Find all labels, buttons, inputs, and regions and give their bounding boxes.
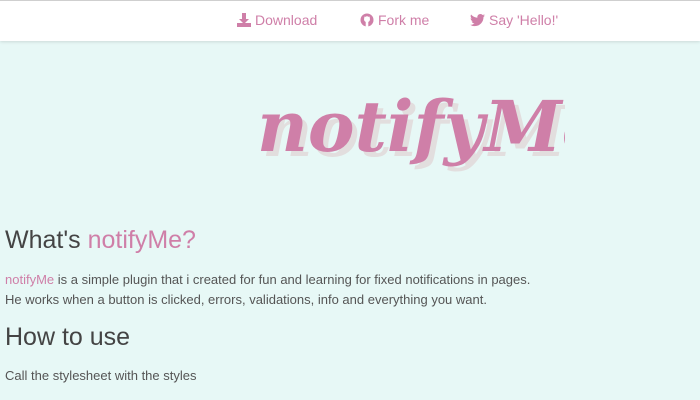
how-to-use-text: Call the stylesheet with the styles: [5, 368, 197, 383]
say-hello-label: Say 'Hello!': [489, 12, 559, 28]
say-hello-link[interactable]: Say 'Hello!': [470, 12, 558, 28]
intro-rest: is a simple plugin that i created for fu…: [54, 272, 531, 287]
page: Download Fork me Say 'Hello!' notifyMe n…: [0, 0, 700, 400]
intro-accent: notifyMe: [5, 272, 55, 287]
intro-paragraph: notifyMe is a simple plugin that i creat…: [5, 270, 530, 310]
fork-me-link[interactable]: Fork me: [360, 12, 429, 28]
logo-text: notifyMe: [257, 85, 565, 168]
twitter-icon: [470, 13, 485, 26]
download-icon: [237, 13, 251, 27]
github-icon: [360, 13, 374, 27]
download-label: Download: [255, 12, 318, 28]
heading-accent: notifyMe?: [87, 226, 196, 254]
heading-prefix: What's: [5, 226, 88, 254]
fork-me-label: Fork me: [378, 12, 430, 28]
download-link[interactable]: Download: [237, 12, 317, 28]
how-to-use-heading: How to use: [5, 323, 131, 351]
whats-notifyme-heading: What's notifyMe?: [5, 226, 196, 255]
top-nav-bar: Download Fork me Say 'Hello!': [0, 0, 700, 41]
intro-line2: He works when a button is clicked, error…: [5, 292, 487, 307]
notifyme-logo: notifyMe notifyMe: [257, 85, 565, 173]
